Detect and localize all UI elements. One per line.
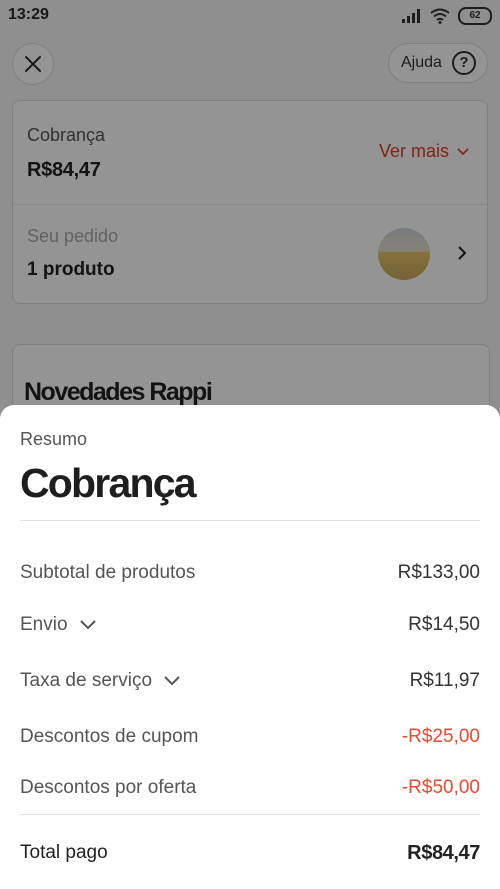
chevron-down-icon — [79, 620, 96, 630]
oferta-label: Descontos por oferta — [20, 777, 196, 799]
total-label: Total pago — [20, 842, 108, 863]
cupom-label-text: Descontos de cupom — [20, 726, 199, 747]
subtotal-value: R$133,00 — [397, 562, 480, 583]
oferta-value: -R$50,00 — [401, 777, 480, 798]
taxa-servico-toggle[interactable]: Taxa de serviço — [20, 670, 180, 692]
taxa-servico-label: Taxa de serviço — [20, 670, 153, 691]
oferta-label-text: Descontos por oferta — [20, 777, 197, 798]
envio-toggle[interactable]: Envio — [20, 614, 96, 636]
cupom-label: Descontos de cupom — [20, 726, 199, 748]
sheet-subtitle: Resumo — [20, 429, 88, 449]
subtotal-label-text: Subtotal de produtos — [20, 562, 196, 583]
sheet-title: Cobrança — [20, 460, 197, 506]
envio-label: Envio — [20, 614, 68, 635]
total-divider — [20, 814, 480, 815]
envio-value: R$14,50 — [408, 614, 480, 635]
cupom-value: -R$25,00 — [401, 726, 480, 747]
sheet-divider — [20, 520, 480, 521]
total-value: R$84,47 — [407, 842, 480, 864]
chevron-down-icon — [164, 676, 180, 686]
summary-sheet: Resumo Cobrança Subtotal de produtos R$1… — [0, 405, 500, 889]
subtotal-label: Subtotal de produtos — [20, 562, 195, 584]
taxa-servico-value: R$11,97 — [409, 670, 480, 691]
